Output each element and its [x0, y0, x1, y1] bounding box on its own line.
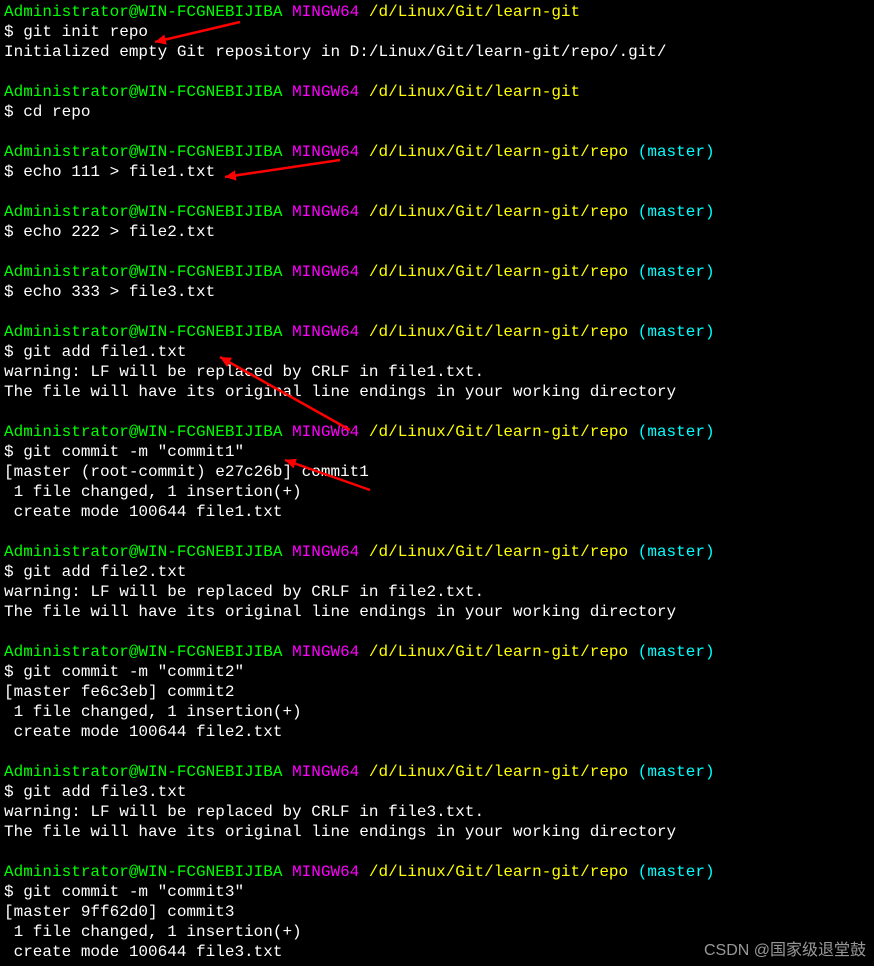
- command-line: $ echo 222 > file2.txt: [4, 222, 870, 242]
- output-line: warning: LF will be replaced by CRLF in …: [4, 802, 870, 822]
- git-branch: (master): [638, 263, 715, 281]
- prompt-line: Administrator@WIN-FCGNEBIJIBA MINGW64 /d…: [4, 262, 870, 282]
- command-block: Administrator@WIN-FCGNEBIJIBA MINGW64 /d…: [4, 322, 870, 402]
- command-block: Administrator@WIN-FCGNEBIJIBA MINGW64 /d…: [4, 542, 870, 622]
- prompt-line: Administrator@WIN-FCGNEBIJIBA MINGW64 /d…: [4, 422, 870, 442]
- cwd-path: /d/Linux/Git/learn-git: [369, 3, 580, 21]
- output-line: create mode 100644 file2.txt: [4, 722, 870, 742]
- command-block: Administrator@WIN-FCGNEBIJIBA MINGW64 /d…: [4, 422, 870, 522]
- git-branch: (master): [638, 863, 715, 881]
- git-branch: (master): [638, 763, 715, 781]
- cwd-path: /d/Linux/Git/learn-git: [369, 83, 580, 101]
- command-line: $ echo 333 > file3.txt: [4, 282, 870, 302]
- user-host: Administrator@WIN-FCGNEBIJIBA: [4, 643, 282, 661]
- cwd-path: /d/Linux/Git/learn-git/repo: [369, 763, 628, 781]
- command-line: $ git add file2.txt: [4, 562, 870, 582]
- command-block: Administrator@WIN-FCGNEBIJIBA MINGW64 /d…: [4, 202, 870, 242]
- output-line: [master fe6c3eb] commit2: [4, 682, 870, 702]
- output-line: The file will have its original line end…: [4, 822, 870, 842]
- cwd-path: /d/Linux/Git/learn-git/repo: [369, 203, 628, 221]
- output-line: warning: LF will be replaced by CRLF in …: [4, 582, 870, 602]
- command-line: $ git init repo: [4, 22, 870, 42]
- user-host: Administrator@WIN-FCGNEBIJIBA: [4, 3, 282, 21]
- cwd-path: /d/Linux/Git/learn-git/repo: [369, 323, 628, 341]
- git-branch: (master): [638, 543, 715, 561]
- output-line: The file will have its original line end…: [4, 382, 870, 402]
- user-host: Administrator@WIN-FCGNEBIJIBA: [4, 863, 282, 881]
- command-block: Administrator@WIN-FCGNEBIJIBA MINGW64 /d…: [4, 2, 870, 62]
- cwd-path: /d/Linux/Git/learn-git/repo: [369, 263, 628, 281]
- shell-name: MINGW64: [292, 203, 359, 221]
- shell-name: MINGW64: [292, 543, 359, 561]
- user-host: Administrator@WIN-FCGNEBIJIBA: [4, 763, 282, 781]
- shell-name: MINGW64: [292, 263, 359, 281]
- git-branch: (master): [638, 203, 715, 221]
- watermark-text: CSDN @国家级退堂鼓: [704, 936, 866, 960]
- output-line: [master 9ff62d0] commit3: [4, 902, 870, 922]
- prompt-line: Administrator@WIN-FCGNEBIJIBA MINGW64 /d…: [4, 2, 870, 22]
- user-host: Administrator@WIN-FCGNEBIJIBA: [4, 543, 282, 561]
- user-host: Administrator@WIN-FCGNEBIJIBA: [4, 323, 282, 341]
- shell-name: MINGW64: [292, 863, 359, 881]
- command-line: $ cd repo: [4, 102, 870, 122]
- prompt-line: Administrator@WIN-FCGNEBIJIBA MINGW64 /d…: [4, 142, 870, 162]
- prompt-line: Administrator@WIN-FCGNEBIJIBA MINGW64 /d…: [4, 82, 870, 102]
- prompt-line: Administrator@WIN-FCGNEBIJIBA MINGW64 /d…: [4, 322, 870, 342]
- user-host: Administrator@WIN-FCGNEBIJIBA: [4, 83, 282, 101]
- command-block: Administrator@WIN-FCGNEBIJIBA MINGW64 /d…: [4, 82, 870, 122]
- git-branch: (master): [638, 423, 715, 441]
- command-line: $ git add file1.txt: [4, 342, 870, 362]
- output-line: 1 file changed, 1 insertion(+): [4, 702, 870, 722]
- cwd-path: /d/Linux/Git/learn-git/repo: [369, 143, 628, 161]
- prompt-line: Administrator@WIN-FCGNEBIJIBA MINGW64 /d…: [4, 862, 870, 882]
- git-branch: (master): [638, 643, 715, 661]
- prompt-line: Administrator@WIN-FCGNEBIJIBA MINGW64 /d…: [4, 762, 870, 782]
- shell-name: MINGW64: [292, 323, 359, 341]
- output-line: Initialized empty Git repository in D:/L…: [4, 42, 870, 62]
- output-line: create mode 100644 file1.txt: [4, 502, 870, 522]
- command-block: Administrator@WIN-FCGNEBIJIBA MINGW64 /d…: [4, 642, 870, 742]
- shell-name: MINGW64: [292, 3, 359, 21]
- output-line: warning: LF will be replaced by CRLF in …: [4, 362, 870, 382]
- cwd-path: /d/Linux/Git/learn-git/repo: [369, 423, 628, 441]
- git-branch: (master): [638, 323, 715, 341]
- shell-name: MINGW64: [292, 763, 359, 781]
- command-line: $ echo 111 > file1.txt: [4, 162, 870, 182]
- command-block: Administrator@WIN-FCGNEBIJIBA MINGW64 /d…: [4, 762, 870, 842]
- command-block: Administrator@WIN-FCGNEBIJIBA MINGW64 /d…: [4, 142, 870, 182]
- output-line: 1 file changed, 1 insertion(+): [4, 482, 870, 502]
- user-host: Administrator@WIN-FCGNEBIJIBA: [4, 203, 282, 221]
- output-line: The file will have its original line end…: [4, 602, 870, 622]
- command-line: $ git add file3.txt: [4, 782, 870, 802]
- cwd-path: /d/Linux/Git/learn-git/repo: [369, 863, 628, 881]
- user-host: Administrator@WIN-FCGNEBIJIBA: [4, 423, 282, 441]
- shell-name: MINGW64: [292, 423, 359, 441]
- command-line: $ git commit -m "commit1": [4, 442, 870, 462]
- cwd-path: /d/Linux/Git/learn-git/repo: [369, 543, 628, 561]
- command-block: Administrator@WIN-FCGNEBIJIBA MINGW64 /d…: [4, 262, 870, 302]
- git-branch: (master): [638, 143, 715, 161]
- prompt-line: Administrator@WIN-FCGNEBIJIBA MINGW64 /d…: [4, 202, 870, 222]
- command-line: $ git commit -m "commit2": [4, 662, 870, 682]
- user-host: Administrator@WIN-FCGNEBIJIBA: [4, 263, 282, 281]
- prompt-line: Administrator@WIN-FCGNEBIJIBA MINGW64 /d…: [4, 642, 870, 662]
- terminal-window[interactable]: Administrator@WIN-FCGNEBIJIBA MINGW64 /d…: [0, 0, 874, 966]
- shell-name: MINGW64: [292, 83, 359, 101]
- command-line: $ git commit -m "commit3": [4, 882, 870, 902]
- cwd-path: /d/Linux/Git/learn-git/repo: [369, 643, 628, 661]
- prompt-line: Administrator@WIN-FCGNEBIJIBA MINGW64 /d…: [4, 542, 870, 562]
- user-host: Administrator@WIN-FCGNEBIJIBA: [4, 143, 282, 161]
- output-line: [master (root-commit) e27c26b] commit1: [4, 462, 870, 482]
- shell-name: MINGW64: [292, 143, 359, 161]
- shell-name: MINGW64: [292, 643, 359, 661]
